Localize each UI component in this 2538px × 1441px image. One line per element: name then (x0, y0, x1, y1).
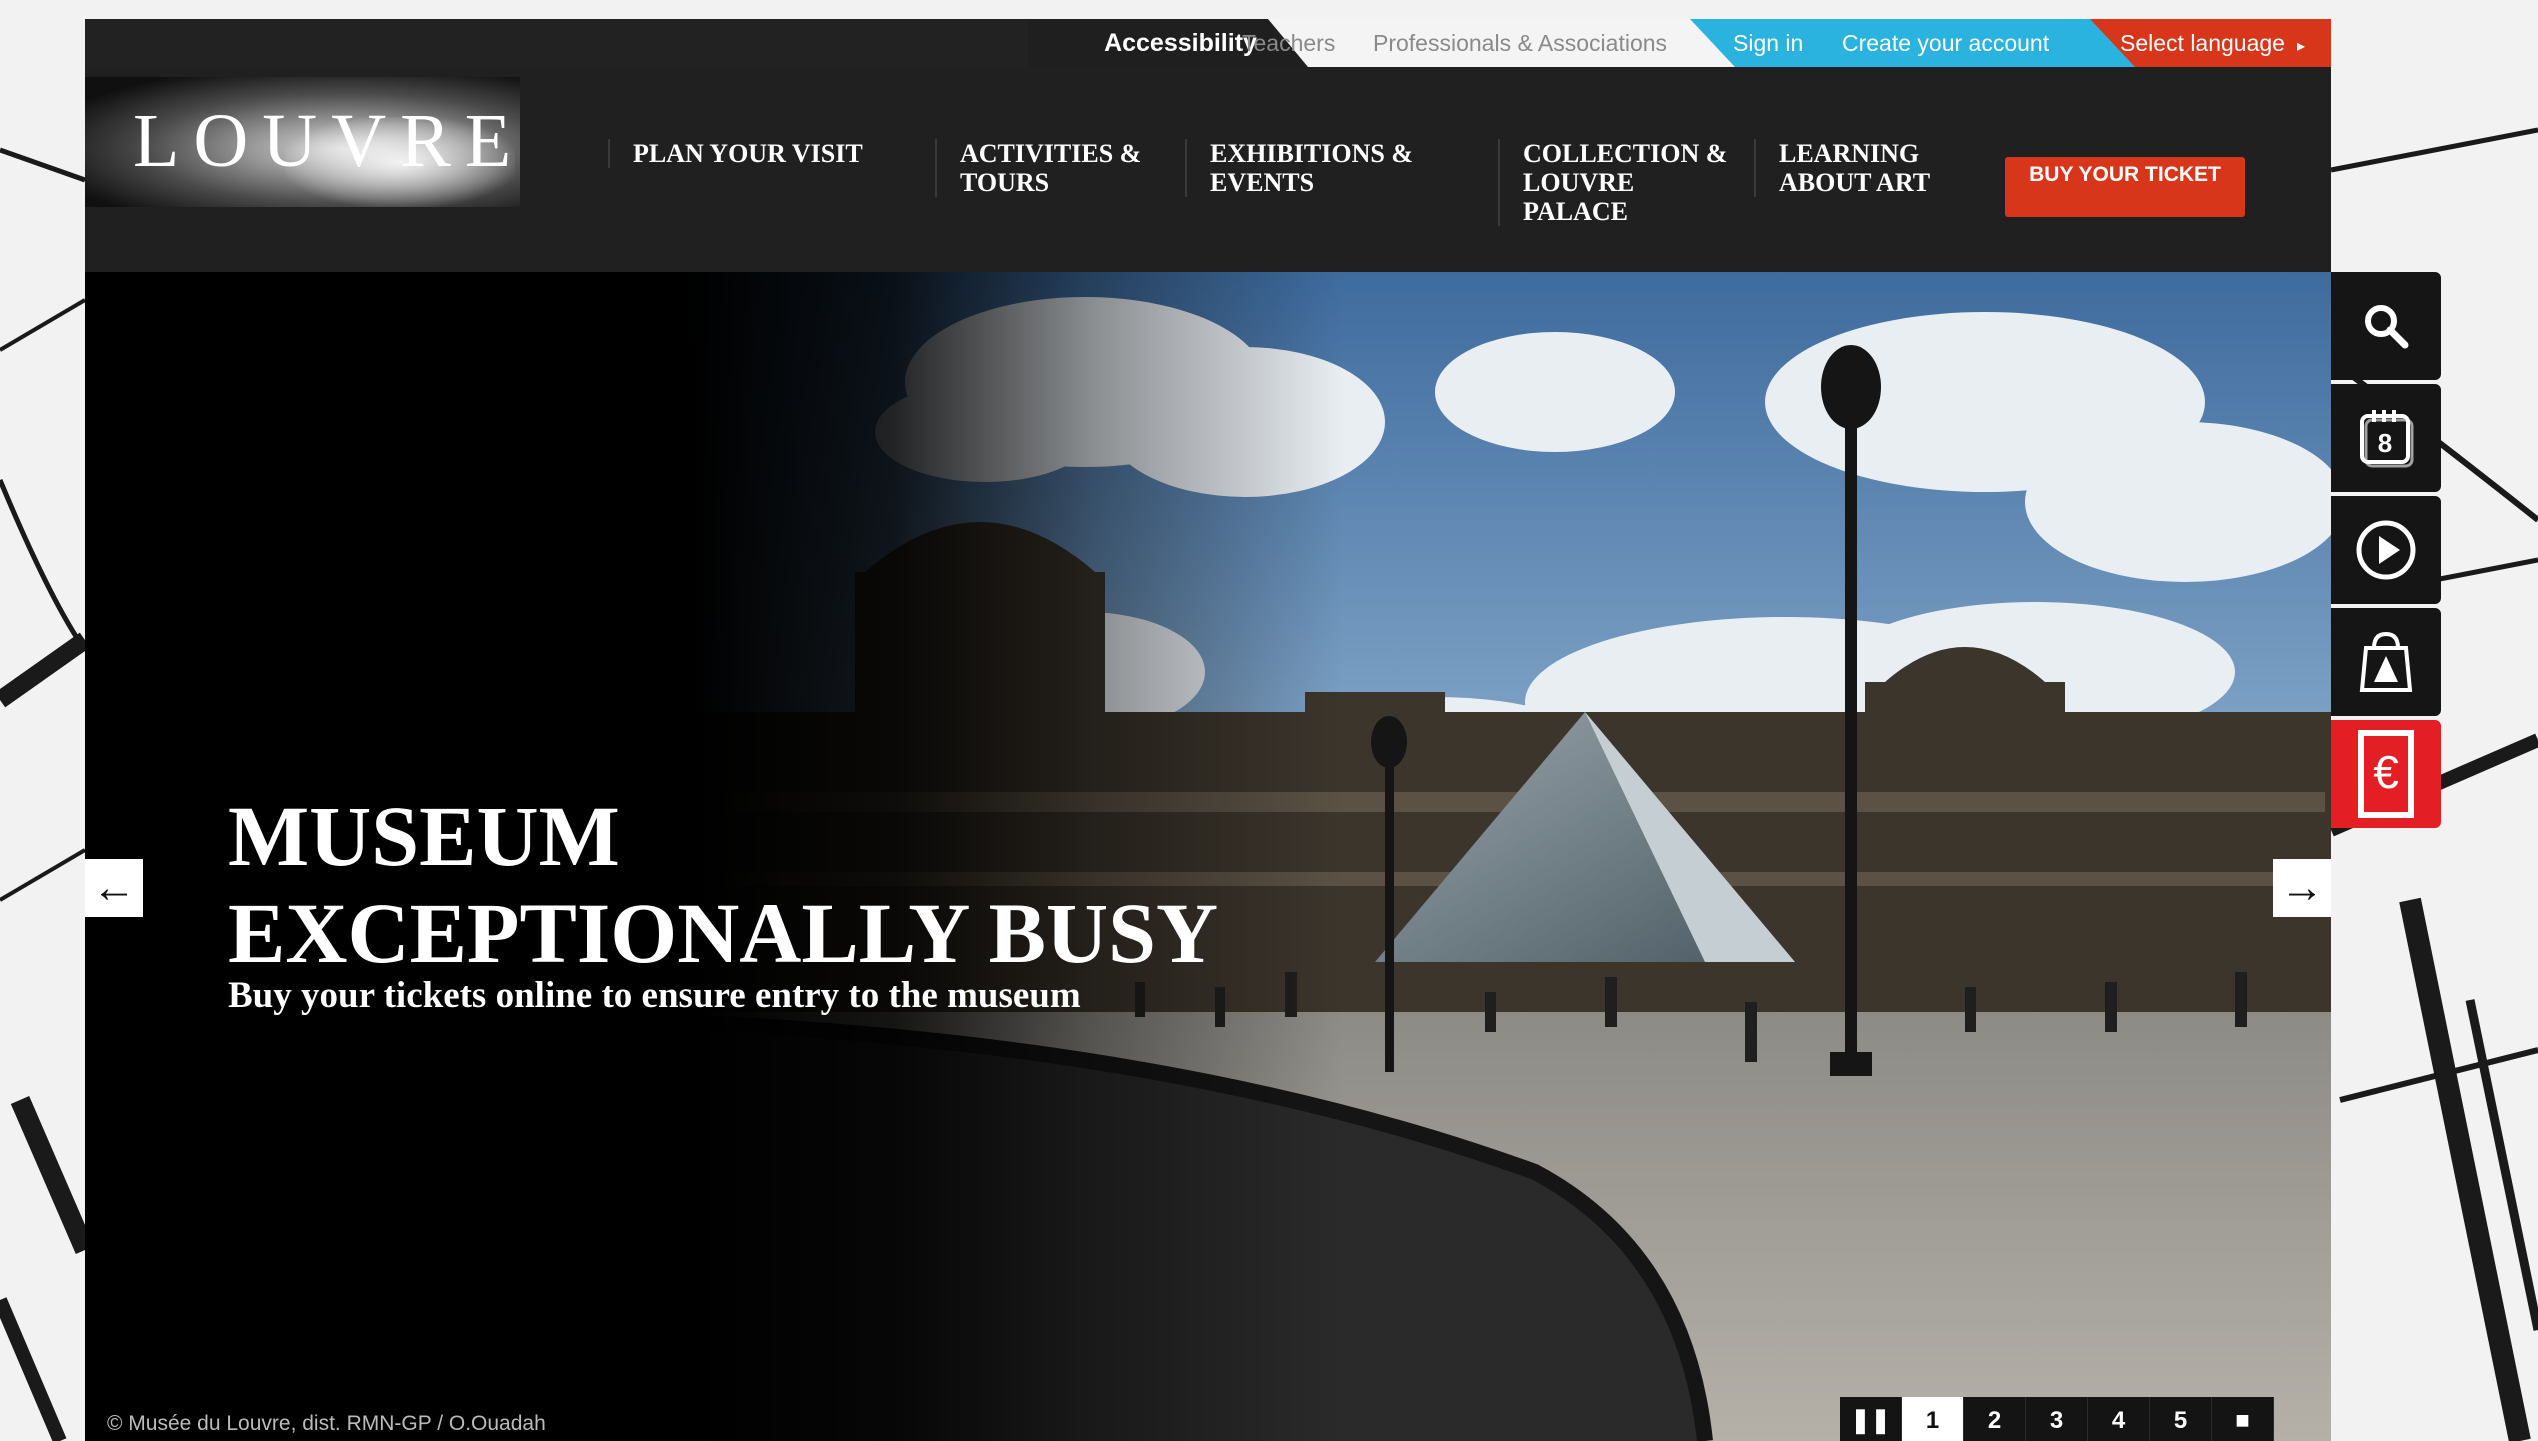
select-language-label: Select language (2120, 30, 2285, 56)
louvre-logo[interactable]: LOUVRE (85, 77, 520, 207)
slide-dot-2[interactable]: 2 (1964, 1397, 2026, 1441)
video-button[interactable]: ■ (2212, 1397, 2274, 1441)
pause-button[interactable]: ❚❚ (1840, 1397, 1902, 1441)
louvre-site: Accessibility Teachers Professionals & A… (85, 19, 2331, 1441)
slide-pager: ❚❚ 1 2 3 4 5 ■ (1840, 1397, 2274, 1441)
nav-exhibitions-events[interactable]: EXHIBITIONS & EVENTS (1185, 139, 1435, 197)
photo-credit: © Musée du Louvre, dist. RMN-GP / O.Ouad… (107, 1412, 546, 1435)
main-header: LOUVRE PLAN YOUR VISIT ACTIVITIES & TOUR… (85, 67, 2331, 272)
shopping-bag-icon (2359, 631, 2413, 692)
hero-subtitle: Buy your tickets online to ensure entry … (228, 975, 1081, 1016)
professionals-link[interactable]: Professionals & Associations (1373, 19, 1667, 67)
sign-in-link[interactable]: Sign in (1733, 19, 1803, 67)
shop-button[interactable] (2331, 608, 2441, 716)
utility-bar: Accessibility Teachers Professionals & A… (85, 19, 2331, 67)
tickets-price-button[interactable]: € (2331, 720, 2441, 828)
arrow-left-icon: ← (92, 863, 136, 912)
buy-ticket-button[interactable]: BUY YOUR TICKET (2005, 157, 2245, 217)
nav-collection-louvre-palace[interactable]: COLLECTION & LOUVRE PALACE (1498, 139, 1728, 226)
calendar-day: 8 (2378, 428, 2392, 458)
calendar-button[interactable]: 8 (2331, 384, 2441, 492)
nav-plan-your-visit[interactable]: PLAN YOUR VISIT (608, 139, 878, 168)
side-tools: 8 € (2331, 272, 2441, 832)
nav-learning-about-art[interactable]: LEARNING ABOUT ART (1754, 139, 1954, 197)
prev-slide-button[interactable]: ← (85, 859, 143, 917)
slide-dot-3[interactable]: 3 (2026, 1397, 2088, 1441)
euro-symbol: € (2373, 746, 2399, 798)
logo-text: LOUVRE (133, 99, 520, 183)
slide-dot-4[interactable]: 4 (2088, 1397, 2150, 1441)
caret-right-icon: ▸ (2296, 38, 2305, 55)
hero-title: MUSEUM EXCEPTIONALLY BUSY (228, 788, 1219, 981)
select-language-button[interactable]: Select language ▸ (2120, 19, 2305, 71)
play-icon (2356, 520, 2416, 580)
search-button[interactable] (2331, 272, 2441, 380)
calendar-icon: 8 (2360, 410, 2414, 468)
slide-dot-1[interactable]: 1 (1902, 1397, 1964, 1441)
video-player-button[interactable] (2331, 496, 2441, 604)
slide-dot-5[interactable]: 5 (2150, 1397, 2212, 1441)
hero-slider: MUSEUM EXCEPTIONALLY BUSY Buy your ticke… (85, 272, 2331, 1441)
pause-icon: ❚❚ (1850, 1407, 1891, 1434)
camera-icon: ■ (2235, 1407, 2250, 1434)
create-account-link[interactable]: Create your account (1842, 19, 2049, 67)
teachers-link[interactable]: Teachers (1242, 19, 1335, 67)
search-icon (2365, 305, 2409, 349)
nav-activities-tours[interactable]: ACTIVITIES & TOURS (935, 139, 1165, 197)
euro-ticket-icon: € (2358, 730, 2414, 818)
next-slide-button[interactable]: → (2273, 859, 2331, 917)
arrow-right-icon: → (2280, 863, 2324, 912)
